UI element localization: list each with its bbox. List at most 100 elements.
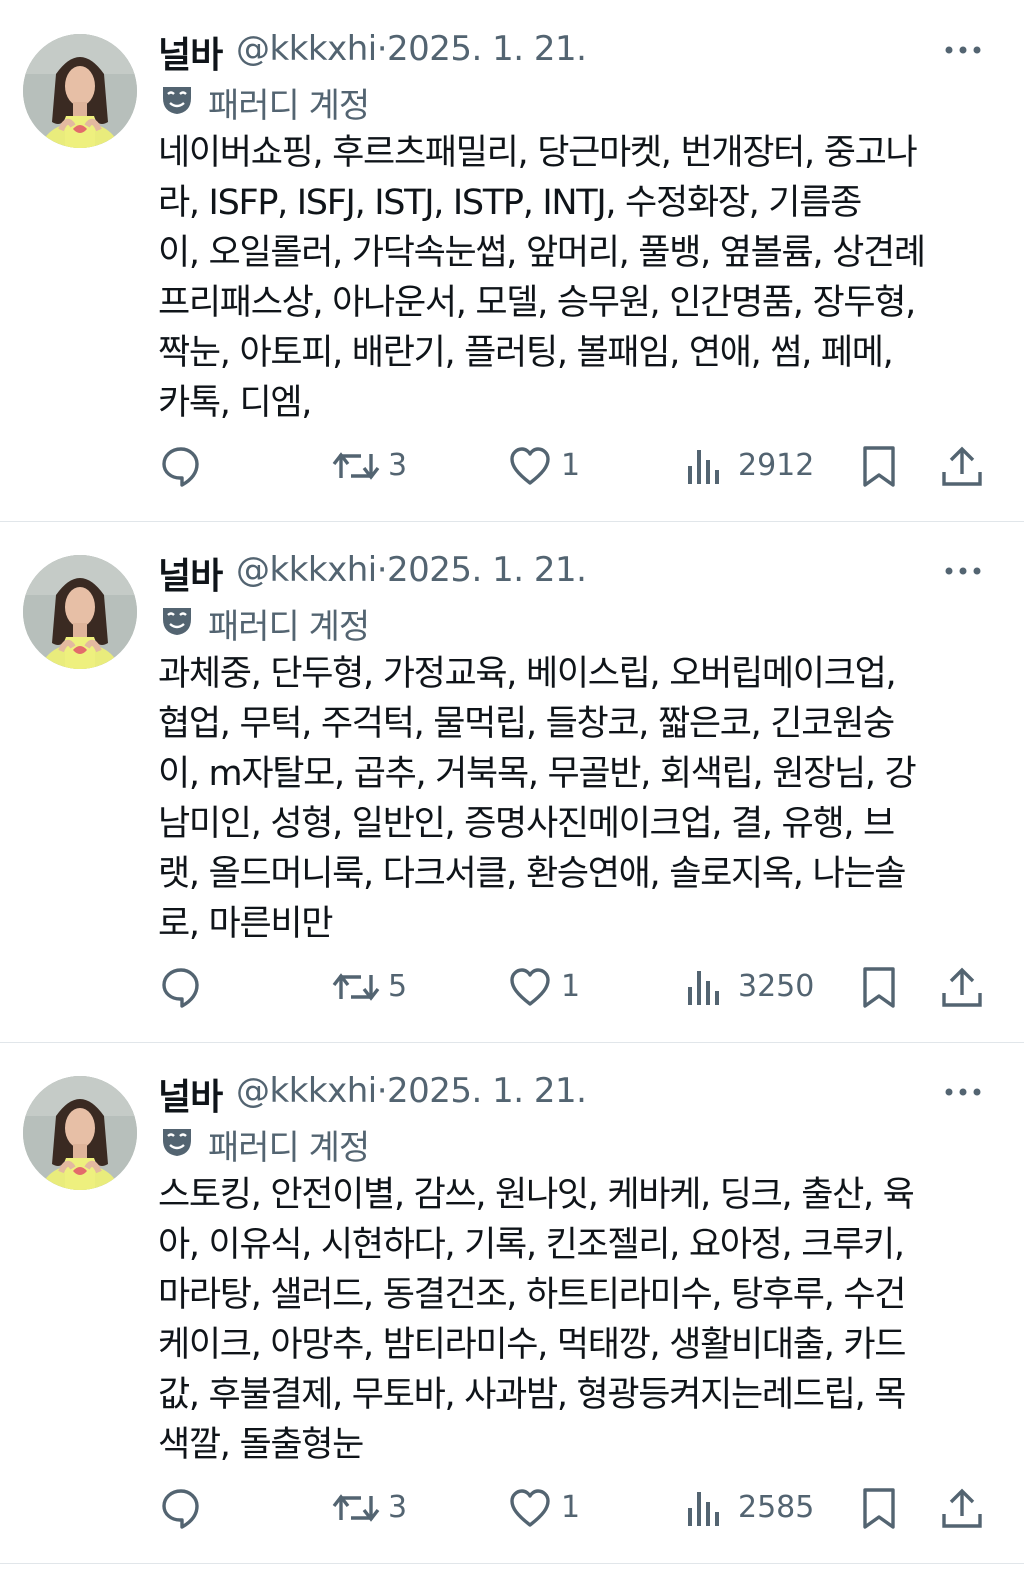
tweet[interactable]: 널바 @kkkxhi·2025. 1. 21. 패러디 계정 스토킹, 안전이별… — [0, 1042, 1024, 1564]
parody-label-text: 패러디 계정 — [208, 86, 370, 126]
view-count: 2585 — [738, 1490, 815, 1525]
share-upload-icon — [942, 967, 982, 1007]
repost-button[interactable]: 3 — [332, 1486, 422, 1534]
repost-count: 3 — [388, 448, 408, 483]
reply-bubble-icon — [162, 968, 199, 1008]
view-count: 3250 — [738, 969, 815, 1004]
theater-mask-icon — [163, 87, 191, 114]
bookmark-icon — [863, 1488, 895, 1529]
heart-icon — [510, 447, 550, 485]
separator: · — [376, 550, 388, 590]
bookmark-icon — [863, 446, 895, 487]
post-date[interactable]: 2025. 1. 21. — [387, 550, 587, 590]
reply-button[interactable] — [160, 965, 204, 1013]
tweet-text-line: 아, 이유식, 시현하다, 기록, 킨조젤리, 요아정, 크루키, — [158, 1225, 905, 1265]
like-count: 1 — [561, 969, 581, 1004]
tweet-text: 과체중, 단두형, 가정교육, 베이스립, 오버립메이크업, 협업, 무턱, 주… — [158, 649, 988, 949]
handle[interactable]: @kkkxhi — [236, 29, 377, 69]
more-dots-icon — [945, 46, 981, 54]
tweet-text-line: 카톡, 디엠, — [158, 383, 312, 423]
tweet-text-line: 로, 마른비만 — [158, 904, 333, 944]
repost-count: 3 — [388, 1490, 408, 1525]
handle-and-date[interactable]: @kkkxhi·2025. 1. 21. — [236, 550, 587, 590]
tweet-text-line: 이, m자탈모, 곱추, 거북목, 무골반, 회색립, 원장님, 강 — [158, 754, 917, 794]
like-button[interactable]: 1 — [509, 1486, 589, 1534]
handle-and-date[interactable]: @kkkxhi·2025. 1. 21. — [236, 29, 587, 69]
tweet[interactable]: 널바 @kkkxhi·2025. 1. 21. 패러디 계정 네이버쇼핑, 후르… — [0, 0, 1024, 522]
bookmark-button[interactable] — [860, 965, 898, 1013]
bookmark-button[interactable] — [860, 444, 898, 492]
tweet-text-line: 이, 오일롤러, 가닥속눈썹, 앞머리, 풀뱅, 옆볼륨, 상견례 — [158, 233, 926, 273]
parody-label-text: 패러디 계정 — [208, 607, 370, 647]
tweet-text-line: 색깔, 돌출형눈 — [158, 1425, 364, 1465]
reply-button[interactable] — [160, 444, 204, 492]
display-name[interactable]: 널바 — [158, 547, 223, 599]
display-name[interactable]: 널바 — [158, 1068, 223, 1120]
tweet[interactable]: 널바 @kkkxhi·2025. 1. 21. 패러디 계정 과체중, 단두형,… — [0, 521, 1024, 1043]
tweet-text-line: 짝눈, 아토피, 배란기, 플러팅, 볼패임, 연애, 썸, 페메, — [158, 333, 894, 373]
tweet-text: 스토킹, 안전이별, 감쓰, 원나잇, 케바케, 딩크, 출산, 육 아, 이유… — [158, 1170, 988, 1470]
more-dots-icon — [945, 1088, 981, 1096]
theater-mask-icon — [163, 608, 191, 635]
bar-chart-icon — [688, 1492, 719, 1526]
separator: · — [376, 29, 388, 69]
tweet-text-line: 마라탕, 샐러드, 동결건조, 하트티라미수, 탕후루, 수건 — [158, 1275, 906, 1315]
tweet-text-line: 라, ISFP, ISFJ, ISTJ, ISTP, INTJ, 수정화장, 기… — [158, 183, 862, 223]
action-bar: 3 1 2585 — [0, 1486, 1024, 1534]
share-upload-icon — [942, 1488, 982, 1528]
repost-arrows-icon — [332, 1494, 380, 1522]
display-name[interactable]: 널바 — [158, 26, 223, 78]
share-upload-icon — [942, 446, 982, 486]
bar-chart-icon — [688, 450, 719, 484]
share-button[interactable] — [940, 965, 984, 1013]
more-options-button[interactable] — [941, 555, 985, 585]
repost-button[interactable]: 5 — [332, 965, 422, 1013]
more-options-button[interactable] — [941, 34, 985, 64]
parody-label-text: 패러디 계정 — [208, 1128, 370, 1168]
reply-bubble-icon — [162, 1489, 199, 1529]
more-dots-icon — [945, 567, 981, 575]
avatar[interactable] — [23, 34, 137, 148]
share-button[interactable] — [940, 444, 984, 492]
bookmark-button[interactable] — [860, 1486, 898, 1534]
heart-icon — [510, 1489, 550, 1527]
tweet-text-line: 협업, 무턱, 주걱턱, 물먹립, 들창코, 짧은코, 긴코원숭 — [158, 704, 895, 744]
handle[interactable]: @kkkxhi — [236, 550, 377, 590]
repost-count: 5 — [388, 969, 408, 1004]
repost-button[interactable]: 3 — [332, 444, 422, 492]
theater-mask-icon — [163, 1129, 191, 1156]
repost-arrows-icon — [332, 452, 380, 480]
like-count: 1 — [561, 1490, 581, 1525]
views-button[interactable]: 2912 — [686, 444, 820, 492]
separator: · — [376, 1071, 388, 1111]
views-button[interactable]: 2585 — [686, 1486, 820, 1534]
tweet-text-line: 남미인, 성형, 일반인, 증명사진메이크업, 결, 유행, 브 — [158, 804, 895, 844]
heart-icon — [510, 968, 550, 1006]
handle[interactable]: @kkkxhi — [236, 1071, 377, 1111]
repost-arrows-icon — [332, 973, 380, 1001]
avatar[interactable] — [23, 555, 137, 669]
tweet-text-line: 프리패스상, 아나운서, 모델, 승무원, 인간명품, 장두형, — [158, 283, 916, 323]
tweet-text-line: 값, 후불결제, 무토바, 사과밤, 형광등켜지는레드립, 목 — [158, 1375, 906, 1415]
tweet-text-line: 랫, 올드머니룩, 다크서클, 환승연애, 솔로지옥, 나는솔 — [158, 854, 906, 894]
tweet-text-line: 스토킹, 안전이별, 감쓰, 원나잇, 케바케, 딩크, 출산, 육 — [158, 1175, 915, 1215]
like-button[interactable]: 1 — [509, 444, 589, 492]
view-count: 2912 — [738, 448, 815, 483]
action-bar: 3 1 2912 — [0, 444, 1024, 492]
views-button[interactable]: 3250 — [686, 965, 820, 1013]
post-date[interactable]: 2025. 1. 21. — [387, 29, 587, 69]
bookmark-icon — [863, 967, 895, 1008]
avatar[interactable] — [23, 1076, 137, 1190]
share-button[interactable] — [940, 1486, 984, 1534]
like-button[interactable]: 1 — [509, 965, 589, 1013]
action-bar: 5 1 3250 — [0, 965, 1024, 1013]
tweet-text-line: 네이버쇼핑, 후르츠패밀리, 당근마켓, 번개장터, 중고나 — [158, 133, 918, 173]
reply-bubble-icon — [162, 447, 199, 487]
tweet-text-line: 케이크, 아망추, 밤티라미수, 먹태깡, 생활비대출, 카드 — [158, 1325, 906, 1365]
reply-button[interactable] — [160, 1486, 204, 1534]
more-options-button[interactable] — [941, 1076, 985, 1106]
post-date[interactable]: 2025. 1. 21. — [387, 1071, 587, 1111]
tweet-text: 네이버쇼핑, 후르츠패밀리, 당근마켓, 번개장터, 중고나 라, ISFP, … — [158, 128, 988, 428]
bar-chart-icon — [688, 971, 719, 1005]
handle-and-date[interactable]: @kkkxhi·2025. 1. 21. — [236, 1071, 587, 1111]
